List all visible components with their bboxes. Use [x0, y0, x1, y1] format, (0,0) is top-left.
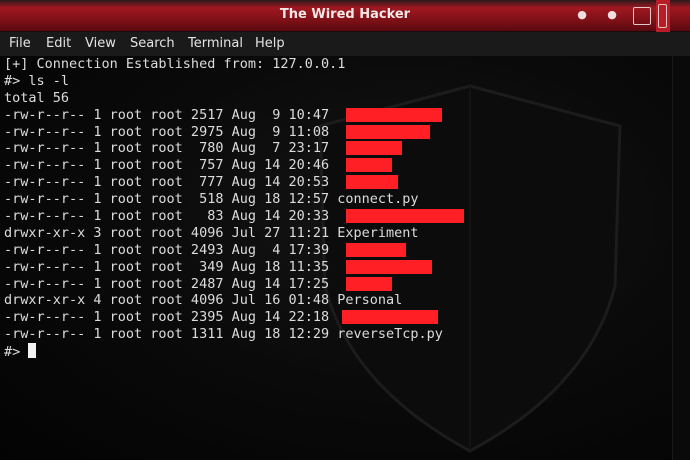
line-text: -rw-r--r-- 1 root root 2975 Aug 9 11:08 — [4, 123, 338, 140]
maximize-icon[interactable]: ● — [603, 6, 621, 24]
window-titlebar[interactable]: The Wired Hacker ● ● — [0, 0, 690, 32]
line-text: -rw-r--r-- 1 root root 2517 Aug 9 10:47 — [4, 106, 338, 123]
vertical-scrollbar[interactable] — [672, 56, 690, 460]
terminal-line: -rw-r--r-- 1 root root 757 Aug 14 20:46 — [4, 157, 443, 174]
terminal-line: drwxr-xr-x 3 root root 4096 Jul 27 11:21… — [4, 224, 419, 241]
menu-help[interactable]: Help — [255, 36, 285, 51]
terminal-line: [+] Connection Established from: 127.0.0… — [4, 56, 346, 72]
line-text: -rw-r--r-- 1 root root 780 Aug 7 23:17 — [4, 140, 338, 157]
terminal-line: drwxr-xr-x 4 root root 4096 Jul 16 01:48… — [4, 292, 403, 309]
menu-search[interactable]: Search — [130, 36, 175, 51]
line-text: -rw-r--r-- 1 root root 2493 Aug 4 17:39 — [4, 241, 338, 258]
terminal-line: -rw-r--r-- 1 root root 2975 Aug 9 11:08 — [4, 124, 443, 141]
terminal-line: -rw-r--r-- 1 root root 518 Aug 18 12:57 … — [4, 191, 419, 208]
cursor-icon — [28, 343, 37, 359]
close-icon[interactable] — [633, 7, 651, 25]
redaction-mark — [346, 107, 442, 122]
terminal-lines: [+] Connection Established from: 127.0.0… — [4, 56, 464, 360]
line-text: -rw-r--r-- 1 root root 777 Aug 14 20:53 — [4, 174, 338, 191]
terminal-line: -rw-r--r-- 1 root root 1311 Aug 18 12:29… — [4, 326, 443, 343]
menu-file[interactable]: File — [9, 36, 31, 51]
terminal-line: -rw-r--r-- 1 root root 2517 Aug 9 10:47 — [4, 107, 443, 124]
menu-bar: File Edit View Search Terminal Help — [0, 32, 690, 57]
minimize-icon[interactable]: ● — [573, 6, 591, 24]
terminal-line: -rw-r--r-- 1 root root 2395 Aug 14 22:18 — [4, 309, 443, 326]
terminal-line: -rw-r--r-- 1 root root 780 Aug 7 23:17 — [4, 140, 443, 157]
redaction-mark — [346, 259, 432, 274]
terminal-line: -rw-r--r-- 1 root root 2487 Aug 14 17:25 — [4, 276, 443, 293]
line-text: -rw-r--r-- 1 root root 2395 Aug 14 22:18 — [4, 309, 338, 326]
redaction-mark — [346, 141, 402, 156]
redaction-mark — [342, 310, 438, 325]
redaction-mark — [346, 175, 398, 190]
terminal-line: #> ls -l — [4, 72, 70, 89]
redaction-mark — [346, 124, 430, 139]
scrollbar-thumb-icon[interactable] — [658, 4, 667, 28]
redaction-mark — [346, 242, 406, 257]
redaction-mark — [346, 209, 464, 224]
terminal-line: -rw-r--r-- 1 root root 83 Aug 14 20:33 — [4, 208, 464, 225]
prompt: #> — [4, 344, 29, 361]
terminal-line: -rw-r--r-- 1 root root 2493 Aug 4 17:39 — [4, 242, 443, 259]
menu-terminal[interactable]: Terminal — [188, 36, 243, 51]
menu-view[interactable]: View — [85, 36, 116, 51]
terminal-line: total 56 — [4, 89, 70, 106]
menu-edit[interactable]: Edit — [46, 36, 71, 51]
terminal-line: -rw-r--r-- 1 root root 349 Aug 18 11:35 — [4, 259, 443, 276]
redaction-mark — [346, 276, 392, 291]
terminal-line: -rw-r--r-- 1 root root 777 Aug 14 20:53 — [4, 174, 443, 191]
redaction-mark — [346, 158, 392, 173]
terminal-output[interactable]: [+] Connection Established from: 127.0.0… — [0, 56, 672, 460]
line-text: -rw-r--r-- 1 root root 83 Aug 14 20:33 — [4, 208, 338, 225]
line-text: -rw-r--r-- 1 root root 757 Aug 14 20:46 — [4, 157, 338, 174]
line-text: -rw-r--r-- 1 root root 349 Aug 18 11:35 — [4, 258, 338, 275]
terminal-prompt-line[interactable]: #> — [4, 343, 443, 360]
line-text: -rw-r--r-- 1 root root 2487 Aug 14 17:25 — [4, 275, 338, 292]
